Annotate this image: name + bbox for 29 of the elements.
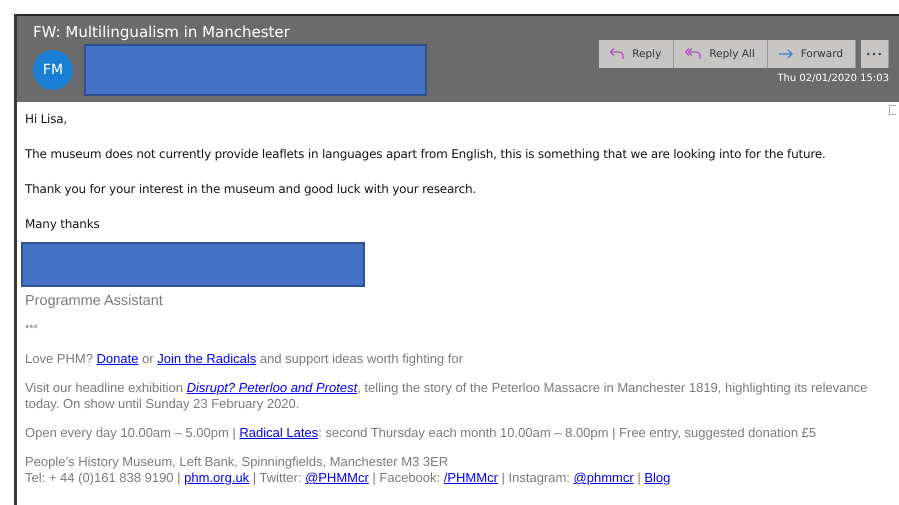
message-paragraph: The museum does not currently provide leaflets in languages apart from English, this is something that we are looking into for the future. <box>25 147 827 161</box>
greeting: Hi Lisa, <box>25 112 68 126</box>
reply-icon <box>609 47 626 61</box>
forward-button[interactable]: Forward <box>768 40 856 68</box>
more-button[interactable]: ••• <box>861 40 889 68</box>
reply-button[interactable]: Reply <box>599 40 674 68</box>
footer-paragraph: Visit our headline exhibition Disrupt? Peterloo and Protest, telling the story of the Peterloo Massacre in Manchester 1819, highlighting its relevance today. On show until Sunday 23 February 2020. <box>25 380 868 412</box>
message-paragraph: Thank you for your interest in the museum and good luck with your research. <box>25 182 478 196</box>
link[interactable]: Donate <box>96 351 138 366</box>
link[interactable]: Disrupt? Peterloo and Protest <box>186 380 358 395</box>
reply-all-button[interactable]: Reply All <box>674 40 768 68</box>
sender-avatar: FM <box>33 50 73 90</box>
sent-date: Thu 02/01/2020 15:03 <box>777 73 889 84</box>
job-title: Programme Assistant <box>25 293 164 309</box>
link[interactable]: Radical Lates <box>239 425 318 440</box>
link[interactable]: @PHMMcr <box>305 470 369 485</box>
footer-paragraph: Open every day 10.00am – 5.00pm | Radical Lates: second Thursday each month 10.00am – 8.00pm | Free entry, suggested donation £5 <box>25 425 818 441</box>
reply-all-icon <box>684 47 702 61</box>
link[interactable]: @phmmcr <box>574 470 634 485</box>
footer-paragraph: People’s History Museum, Left Bank, Spinningfields, Manchester M3 3ER Tel: + 44 (0)161 838 9190 | phm.org.uk | Twitter: @PHMMcr | Facebook: /PHMMcr | Instagram: @phmmcr | Blog <box>25 454 672 486</box>
forward-icon <box>778 48 794 60</box>
link[interactable]: phm.org.uk <box>184 470 250 485</box>
link[interactable]: Blog <box>644 470 670 485</box>
email-subject: FW: Multilingualism in Manchester <box>33 22 291 42</box>
link[interactable]: /PHMMcr <box>444 470 498 485</box>
separator-text: *** <box>25 323 39 335</box>
footer-paragraph: Love PHM? Donate or Join the Radicals and support ideas worth fighting for <box>25 351 464 367</box>
message-paragraph: Many thanks <box>25 217 100 231</box>
link[interactable]: Join the Radicals <box>157 351 256 366</box>
